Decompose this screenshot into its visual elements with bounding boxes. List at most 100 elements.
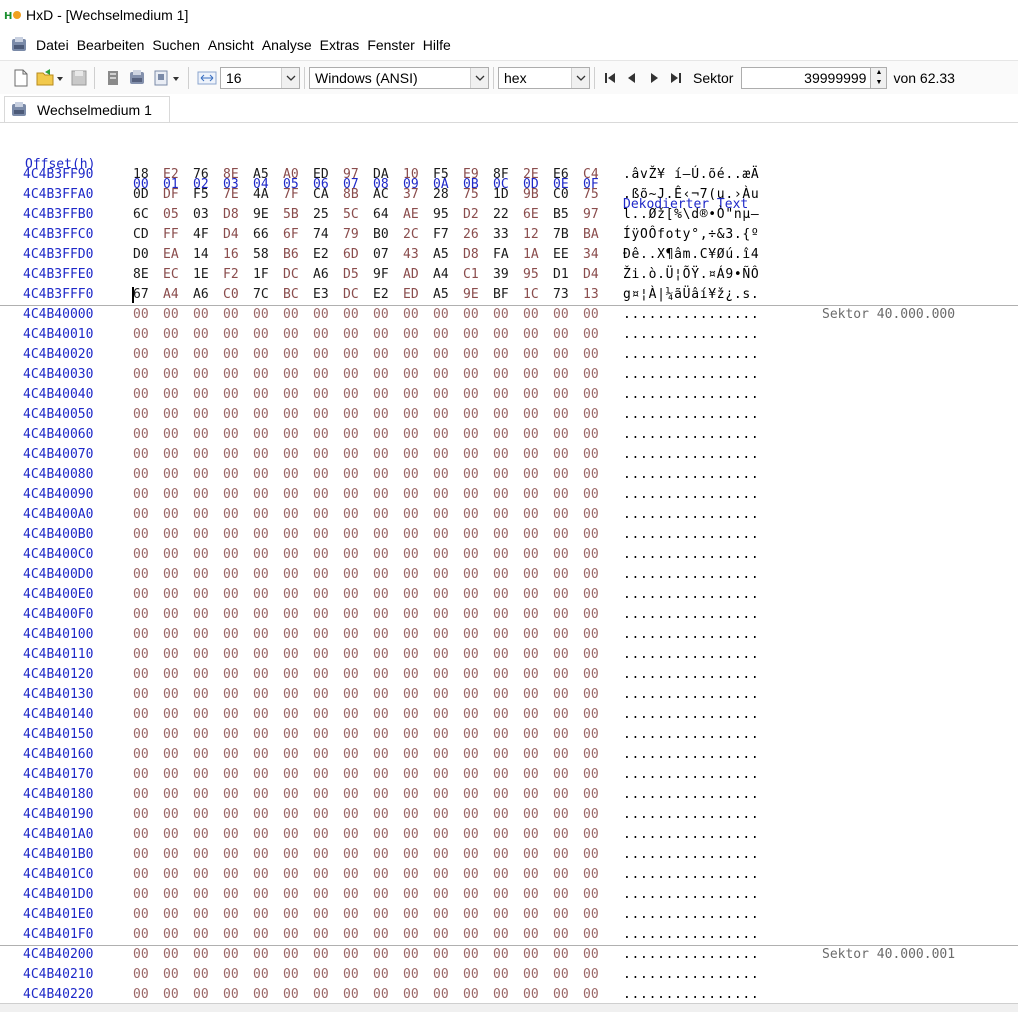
hex-byte[interactable]: 1F xyxy=(253,265,283,285)
hex-byte[interactable]: FA xyxy=(493,245,523,265)
hex-byte[interactable]: 6C xyxy=(133,205,163,225)
hex-byte[interactable]: 00 xyxy=(253,945,283,965)
hex-byte[interactable]: 00 xyxy=(253,825,283,845)
row-decoded-text[interactable]: ................ xyxy=(623,625,759,645)
hex-byte[interactable]: 00 xyxy=(313,505,343,525)
hex-byte[interactable]: 00 xyxy=(463,805,493,825)
hex-byte[interactable]: 00 xyxy=(403,745,433,765)
hex-byte[interactable]: 00 xyxy=(373,545,403,565)
hex-byte[interactable]: 00 xyxy=(583,705,613,725)
hex-byte[interactable]: ED xyxy=(403,285,433,305)
row-decoded-text[interactable]: ................ xyxy=(623,305,759,325)
hex-byte[interactable]: 00 xyxy=(313,725,343,745)
hex-byte[interactable]: 0D xyxy=(133,185,163,205)
row-bytes[interactable]: 00 00 00 00 00 00 00 00 00 00 00 00 00 00 00 00 xyxy=(133,745,613,765)
bytes-per-row-select[interactable]: 16 xyxy=(220,66,300,89)
hex-byte[interactable]: 00 xyxy=(433,985,463,1003)
hex-byte[interactable]: 00 xyxy=(313,685,343,705)
hex-byte[interactable]: 00 xyxy=(493,445,523,465)
hex-byte[interactable]: 00 xyxy=(373,845,403,865)
hex-byte[interactable]: 00 xyxy=(133,565,163,585)
hex-byte[interactable]: 00 xyxy=(163,545,193,565)
hex-byte[interactable]: 00 xyxy=(313,365,343,385)
hex-byte[interactable]: 00 xyxy=(163,645,193,665)
hex-byte[interactable]: 00 xyxy=(583,825,613,845)
hex-byte[interactable]: 5C xyxy=(343,205,373,225)
hex-byte[interactable]: 00 xyxy=(283,445,313,465)
hex-byte[interactable]: 00 xyxy=(553,885,583,905)
menu-extras[interactable]: Extras xyxy=(320,35,360,55)
hex-byte[interactable]: 00 xyxy=(163,945,193,965)
hex-byte[interactable]: 00 xyxy=(193,945,223,965)
hex-byte[interactable]: 00 xyxy=(403,945,433,965)
hex-byte[interactable]: 00 xyxy=(583,345,613,365)
hex-byte[interactable]: 00 xyxy=(343,585,373,605)
hex-byte[interactable]: 00 xyxy=(463,385,493,405)
hex-byte[interactable]: 00 xyxy=(343,645,373,665)
hex-byte[interactable]: 00 xyxy=(403,765,433,785)
hex-byte[interactable]: 00 xyxy=(433,565,463,585)
hex-byte[interactable]: 00 xyxy=(373,865,403,885)
hex-byte[interactable]: 00 xyxy=(253,305,283,325)
hex-byte[interactable]: 00 xyxy=(133,825,163,845)
sector-input[interactable] xyxy=(741,66,872,89)
hex-byte[interactable]: 00 xyxy=(133,685,163,705)
hex-byte[interactable]: 00 xyxy=(193,885,223,905)
hex-byte[interactable]: 00 xyxy=(463,305,493,325)
hex-byte[interactable]: 00 xyxy=(163,605,193,625)
hex-byte[interactable]: 00 xyxy=(253,785,283,805)
hex-byte[interactable]: 00 xyxy=(583,385,613,405)
hex-byte[interactable]: 00 xyxy=(163,805,193,825)
hex-byte[interactable]: 00 xyxy=(343,845,373,865)
hex-byte[interactable]: 00 xyxy=(253,705,283,725)
hex-byte[interactable]: 00 xyxy=(343,525,373,545)
hex-byte[interactable]: 00 xyxy=(553,345,583,365)
hex-byte[interactable]: 00 xyxy=(223,885,253,905)
row-bytes[interactable]: 00 00 00 00 00 00 00 00 00 00 00 00 00 00 00 00 xyxy=(133,345,613,365)
row-decoded-text[interactable]: ................ xyxy=(623,845,759,865)
hex-byte[interactable]: 00 xyxy=(253,625,283,645)
hex-byte[interactable]: FF xyxy=(163,225,193,245)
hex-byte[interactable]: 00 xyxy=(583,665,613,685)
hex-byte[interactable]: 00 xyxy=(313,985,343,1003)
hex-byte[interactable]: 00 xyxy=(373,405,403,425)
row-decoded-text[interactable]: ................ xyxy=(623,665,759,685)
hex-byte[interactable]: 00 xyxy=(193,745,223,765)
hex-byte[interactable]: BF xyxy=(493,285,523,305)
hex-byte[interactable]: 00 xyxy=(133,485,163,505)
hex-byte[interactable]: 00 xyxy=(433,365,463,385)
hex-byte[interactable]: 00 xyxy=(343,745,373,765)
hex-byte[interactable]: 00 xyxy=(583,845,613,865)
hex-byte[interactable]: 00 xyxy=(223,685,253,705)
hex-byte[interactable]: 00 xyxy=(553,585,583,605)
hex-byte[interactable]: 00 xyxy=(433,525,463,545)
hex-byte[interactable]: 00 xyxy=(553,465,583,485)
hex-byte[interactable]: 00 xyxy=(193,525,223,545)
hex-byte[interactable]: 00 xyxy=(493,965,523,985)
hex-byte[interactable]: 00 xyxy=(163,485,193,505)
hex-byte[interactable]: 00 xyxy=(253,865,283,885)
hex-byte[interactable]: 00 xyxy=(343,505,373,525)
hex-byte[interactable]: 97 xyxy=(343,165,373,185)
hex-byte[interactable]: 00 xyxy=(223,985,253,1003)
hex-byte[interactable]: 43 xyxy=(403,245,433,265)
hex-byte[interactable]: 00 xyxy=(583,765,613,785)
hex-byte[interactable]: 00 xyxy=(493,845,523,865)
row-decoded-text[interactable]: ................ xyxy=(623,425,759,445)
hex-byte[interactable]: 00 xyxy=(553,725,583,745)
hex-byte[interactable]: D8 xyxy=(223,205,253,225)
hex-byte[interactable]: 00 xyxy=(373,305,403,325)
hex-byte[interactable]: 00 xyxy=(283,605,313,625)
hex-byte[interactable]: 00 xyxy=(193,305,223,325)
hex-byte[interactable]: 00 xyxy=(553,305,583,325)
hex-byte[interactable]: 00 xyxy=(583,485,613,505)
hex-byte[interactable]: 00 xyxy=(283,725,313,745)
row-decoded-text[interactable]: ................ xyxy=(623,345,759,365)
hex-byte[interactable]: 00 xyxy=(223,545,253,565)
hex-byte[interactable]: 00 xyxy=(163,365,193,385)
hex-byte[interactable]: 00 xyxy=(133,945,163,965)
hex-byte[interactable]: 00 xyxy=(523,465,553,485)
hex-byte[interactable]: 00 xyxy=(343,625,373,645)
hex-byte[interactable]: 00 xyxy=(253,545,283,565)
hex-byte[interactable]: 00 xyxy=(553,765,583,785)
